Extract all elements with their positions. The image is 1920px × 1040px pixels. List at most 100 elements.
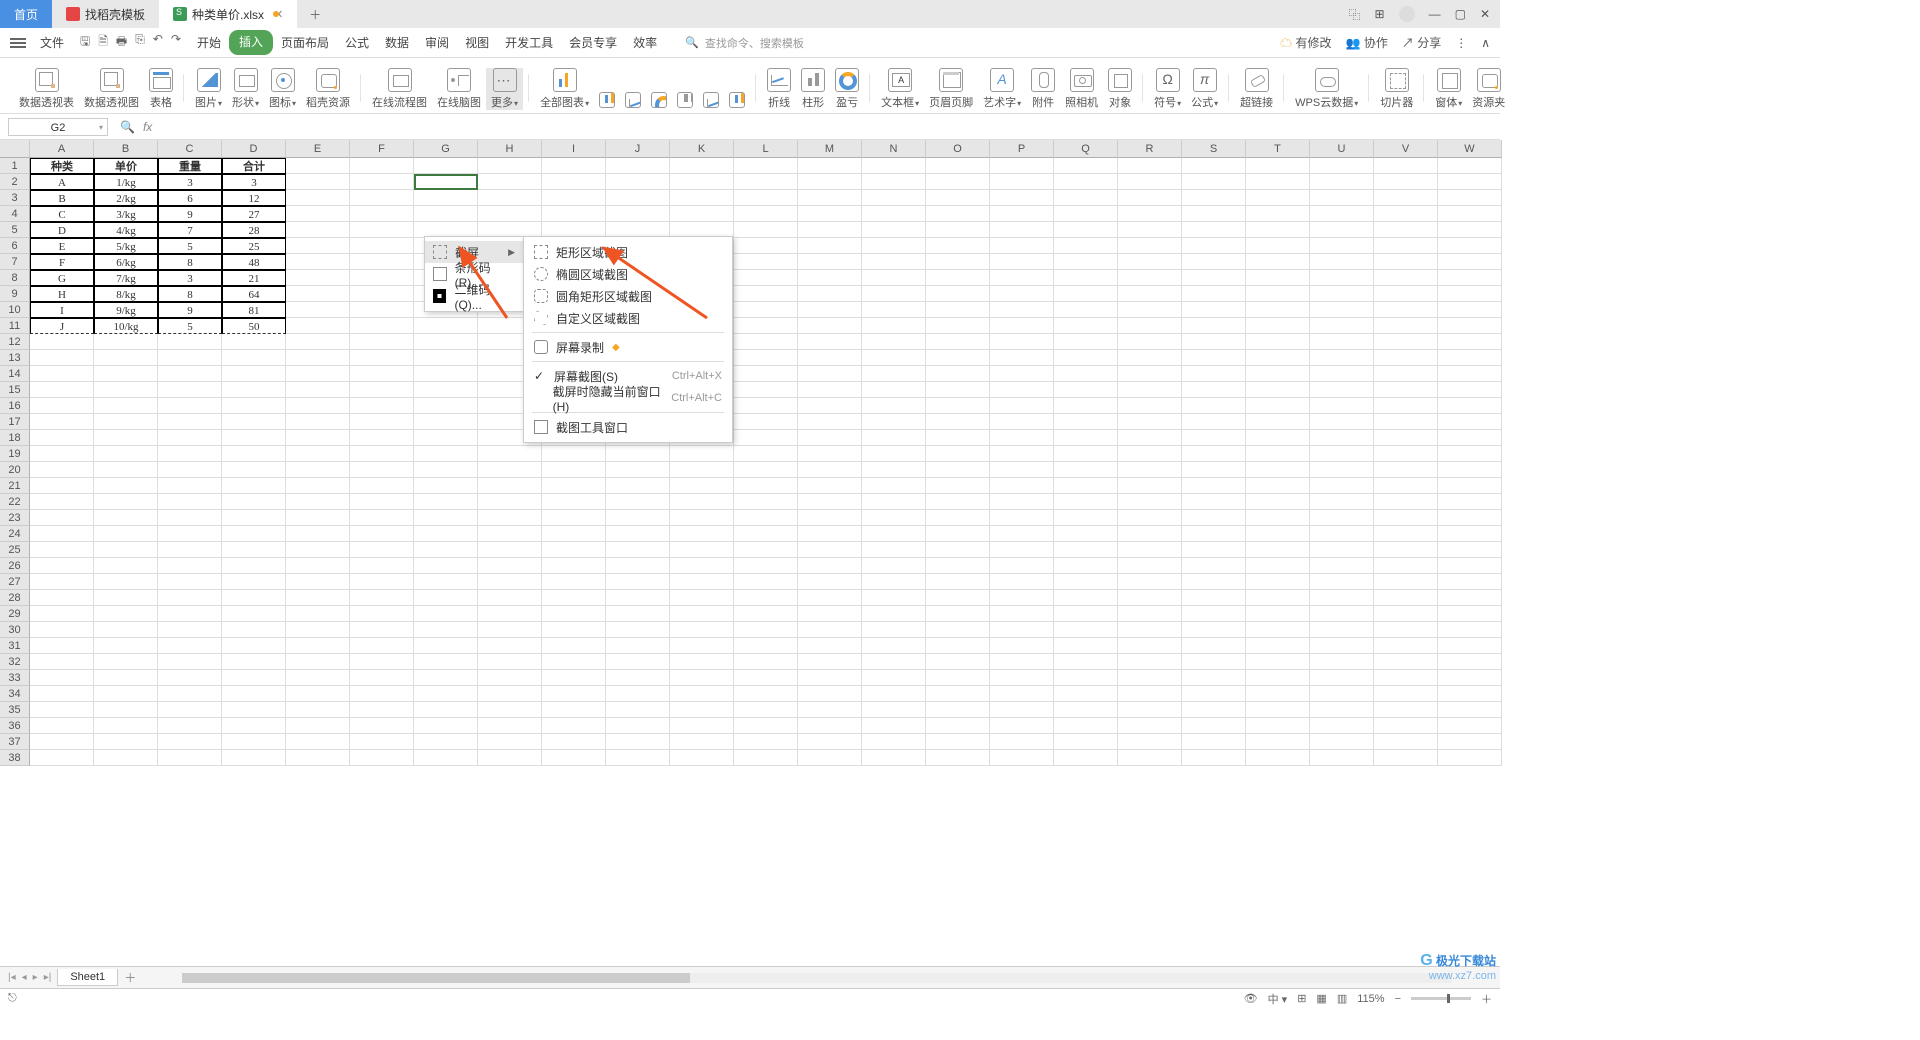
cell[interactable]: 9 [158,302,222,318]
cell[interactable] [30,446,94,462]
cell[interactable] [798,350,862,366]
cell[interactable] [350,734,414,750]
cell[interactable] [1374,302,1438,318]
cell[interactable] [606,190,670,206]
cell[interactable] [478,734,542,750]
row-header[interactable]: 20 [0,462,30,478]
cell[interactable] [1054,238,1118,254]
cell[interactable]: 合计 [222,158,286,174]
cell[interactable] [1310,686,1374,702]
tab-template[interactable]: 找稻壳模板 [52,0,159,28]
cell[interactable] [734,558,798,574]
cell[interactable] [542,606,606,622]
cell[interactable] [1246,318,1310,334]
cell[interactable] [1182,174,1246,190]
cell[interactable]: B [30,190,94,206]
cell[interactable] [1374,686,1438,702]
cell[interactable] [1246,622,1310,638]
cell[interactable] [1310,462,1374,478]
cell[interactable] [862,702,926,718]
cell[interactable] [94,334,158,350]
cell[interactable] [990,670,1054,686]
cell[interactable] [222,414,286,430]
cell[interactable] [94,574,158,590]
cell[interactable] [926,526,990,542]
cell[interactable] [1438,654,1502,670]
cell[interactable] [30,750,94,766]
cell[interactable] [1374,430,1438,446]
col-header[interactable]: R [1118,140,1182,158]
cell[interactable] [862,718,926,734]
row-header[interactable]: 28 [0,590,30,606]
cell[interactable] [734,590,798,606]
cell[interactable] [1182,318,1246,334]
horizontal-scrollbar[interactable] [182,973,1452,983]
cell[interactable] [414,542,478,558]
cell[interactable] [670,686,734,702]
cell[interactable] [350,318,414,334]
cell[interactable] [414,734,478,750]
cell[interactable] [542,702,606,718]
cell[interactable] [350,206,414,222]
user-avatar-icon[interactable] [1399,6,1415,22]
cell[interactable] [350,606,414,622]
cell[interactable] [1310,398,1374,414]
cell[interactable] [350,590,414,606]
cell[interactable] [286,478,350,494]
cell[interactable] [990,318,1054,334]
cell[interactable] [798,318,862,334]
cell[interactable] [1374,510,1438,526]
cell[interactable] [990,350,1054,366]
cell[interactable] [926,158,990,174]
cell[interactable]: 2/kg [94,190,158,206]
cell[interactable] [1054,190,1118,206]
ribbon-all-charts[interactable]: 全部图表 [535,68,594,110]
cell[interactable] [670,558,734,574]
ribbon-slicer[interactable]: 切片器 [1375,68,1418,110]
cell[interactable] [286,366,350,382]
cell[interactable] [1374,718,1438,734]
row-header[interactable]: 32 [0,654,30,670]
cell[interactable] [1438,222,1502,238]
cell[interactable] [94,718,158,734]
cell[interactable] [1182,654,1246,670]
cell[interactable]: 8/kg [94,286,158,302]
col-header[interactable]: B [94,140,158,158]
cell[interactable] [1310,222,1374,238]
cell[interactable] [542,206,606,222]
cell[interactable] [1438,414,1502,430]
col-header[interactable]: V [1374,140,1438,158]
cell[interactable] [670,622,734,638]
cell[interactable] [350,270,414,286]
menu-roundrect-capture[interactable]: 圆角矩形区域截图 [524,285,732,307]
cell[interactable] [926,206,990,222]
cell[interactable] [1310,318,1374,334]
row-header[interactable]: 3 [0,190,30,206]
tab-home[interactable]: 首页 [0,0,52,28]
cell[interactable] [798,302,862,318]
cell[interactable] [1374,574,1438,590]
cell[interactable] [1246,718,1310,734]
cell[interactable]: G [30,270,94,286]
cell[interactable] [1054,174,1118,190]
cell[interactable] [222,654,286,670]
cell[interactable] [990,382,1054,398]
cell[interactable] [414,526,478,542]
col-header[interactable]: S [1182,140,1246,158]
cell[interactable] [350,302,414,318]
ribbon-equation[interactable]: 公式 [1186,68,1223,110]
cell[interactable] [478,574,542,590]
cell[interactable] [670,750,734,766]
menu-capture-tool-window[interactable]: 截图工具窗口 [524,416,732,438]
cell[interactable] [670,462,734,478]
cell[interactable] [990,510,1054,526]
cell[interactable] [734,462,798,478]
cell[interactable] [1438,238,1502,254]
cell[interactable] [862,606,926,622]
cell[interactable] [1438,670,1502,686]
cell[interactable] [862,222,926,238]
cell[interactable] [926,750,990,766]
cell[interactable] [926,350,990,366]
menu-more-icon[interactable]: ⋮ [1455,36,1467,50]
cell[interactable] [1118,654,1182,670]
